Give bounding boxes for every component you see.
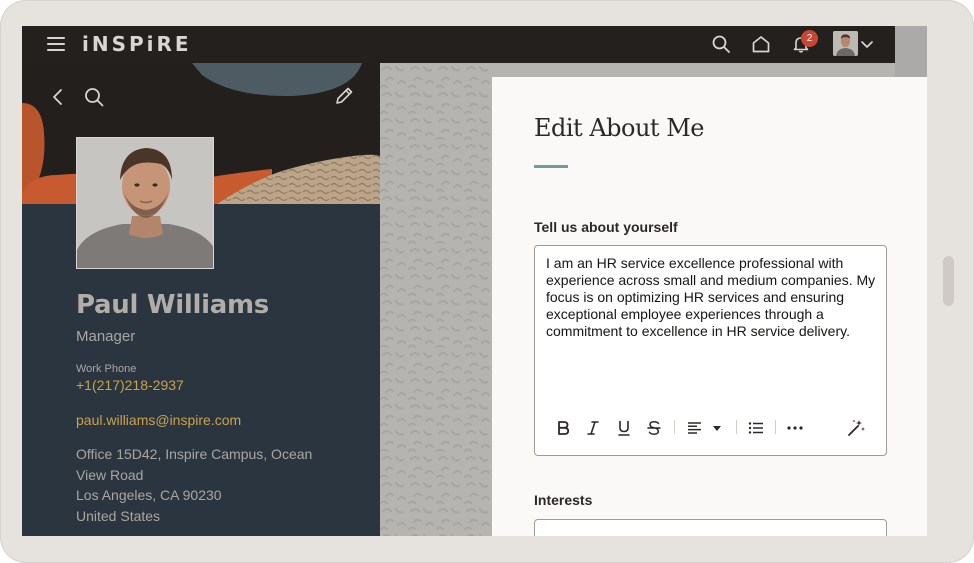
home-icon[interactable] <box>751 34 771 54</box>
toolbar-separator <box>775 420 776 434</box>
profile-photo <box>76 137 214 269</box>
more-icon[interactable] <box>785 418 805 438</box>
pencil-icon[interactable] <box>333 85 355 107</box>
about-text[interactable]: I am an HR service excellence profession… <box>546 255 879 340</box>
caret-down-icon[interactable] <box>711 418 723 438</box>
about-field-label: Tell us about yourself <box>534 219 678 235</box>
align-left-icon[interactable] <box>686 418 702 438</box>
work-phone-link[interactable]: +1(217)218-2937 <box>76 377 184 393</box>
interests-field-label: Interests <box>534 492 593 508</box>
chevron-down-icon[interactable] <box>860 34 874 54</box>
tablet-side-button <box>943 256 954 306</box>
app-logo: iNSPiRE <box>82 32 192 56</box>
list-icon[interactable] <box>747 418 765 438</box>
hamburger-icon[interactable] <box>47 37 65 51</box>
email-link[interactable]: paul.williams@inspire.com <box>76 412 241 428</box>
top-bar: iNSPiRE 2 <box>22 26 895 63</box>
bold-icon[interactable] <box>555 418 571 438</box>
search-icon[interactable] <box>711 34 731 54</box>
avatar[interactable] <box>833 31 858 56</box>
address-line: Los Angeles, CA 90230 <box>76 487 222 503</box>
tablet-frame: iNSPiRE 2 Paul Williams Manager Work Pho… <box>0 0 974 563</box>
title-underline <box>534 165 568 168</box>
italic-icon[interactable] <box>585 418 601 438</box>
app-screen: iNSPiRE 2 Paul Williams Manager Work Pho… <box>22 26 927 536</box>
background-texture <box>380 63 492 536</box>
edit-about-drawer: Edit About Me Tell us about yourself I a… <box>492 77 927 536</box>
address-line: View Road <box>76 466 144 483</box>
profile-job-title: Manager <box>76 328 136 345</box>
magic-wand-icon[interactable] <box>846 418 866 438</box>
office-address: Office 15D42, Inspire Campus, Ocean View… <box>76 444 326 526</box>
back-chevron-icon[interactable] <box>47 86 69 108</box>
address-line: United States <box>76 507 161 524</box>
editor-toolbar <box>535 414 888 440</box>
address-line: Office 15D42, Inspire Campus, Ocean <box>76 446 313 462</box>
strikethrough-icon[interactable] <box>646 418 662 438</box>
toolbar-separator <box>674 420 675 434</box>
work-phone-label: Work Phone <box>76 363 137 375</box>
scroll-strip <box>895 26 927 77</box>
profile-panel: Paul Williams Manager Work Phone +1(217)… <box>22 63 380 536</box>
notification-badge: 2 <box>801 30 818 47</box>
about-rich-text-editor[interactable]: I am an HR service excellence profession… <box>534 245 887 456</box>
profile-name: Paul Williams <box>76 290 269 320</box>
interests-input[interactable] <box>534 519 887 536</box>
drawer-title: Edit About Me <box>534 114 704 142</box>
underline-icon[interactable] <box>616 418 632 438</box>
search-icon[interactable] <box>83 86 105 108</box>
toolbar-separator <box>736 420 737 434</box>
